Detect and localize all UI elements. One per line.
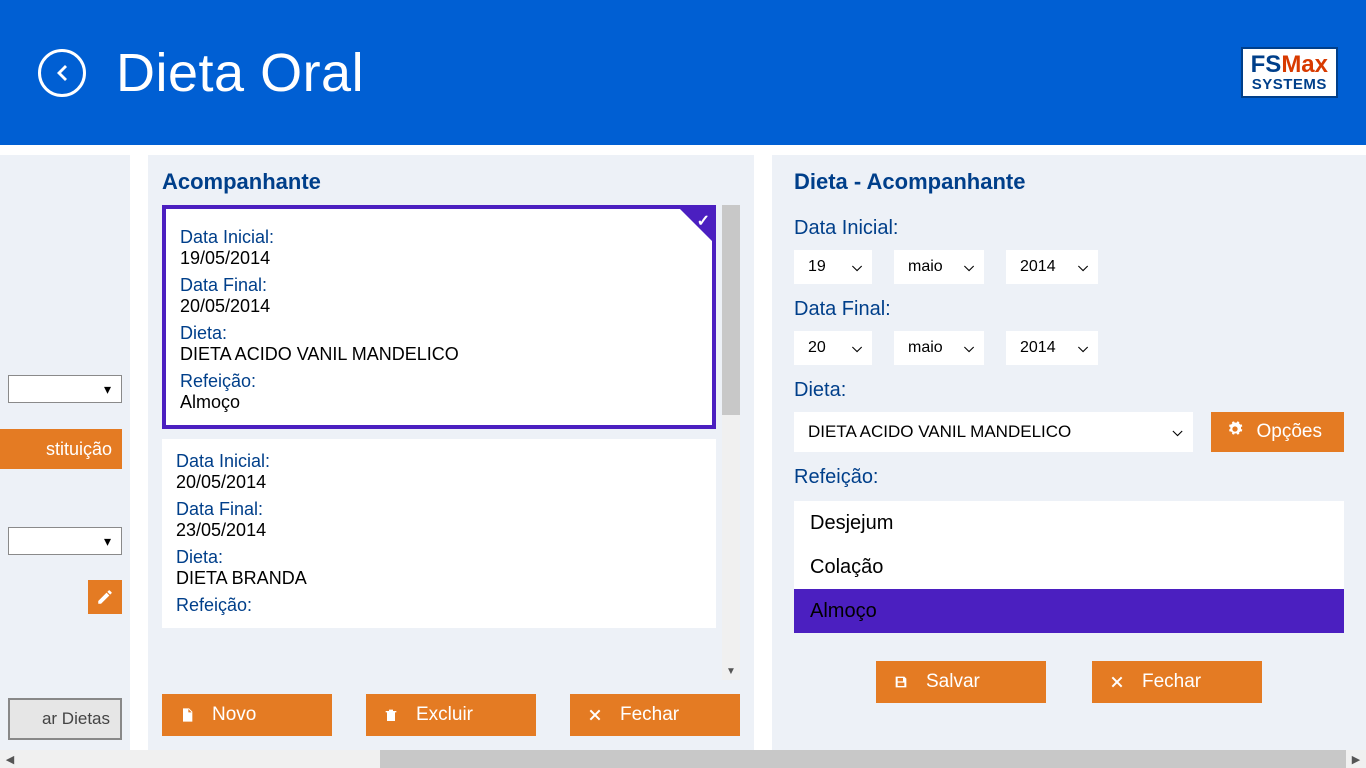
- sidebar-fragment: ▾ stituição ▾ ar Dietas: [0, 155, 130, 750]
- day-select[interactable]: 20⌵: [794, 331, 872, 365]
- fechar-button[interactable]: Fechar: [1092, 661, 1262, 703]
- card-value-data-final: 23/05/2014: [176, 520, 702, 541]
- chevron-down-icon: ⌵: [852, 340, 862, 356]
- refeicao-list: Desjejum Colação Almoço: [794, 501, 1344, 633]
- chevron-down-icon: ▾: [104, 533, 111, 550]
- novo-button[interactable]: Novo: [162, 694, 332, 736]
- arrow-left-icon: [50, 61, 74, 85]
- month-select[interactable]: maio⌵: [894, 250, 984, 284]
- app-header: Dieta Oral FSMax SYSTEMS: [0, 0, 1366, 145]
- card-label-data-inicial: Data Inicial:: [180, 227, 698, 248]
- form-panel: Dieta - Acompanhante Data Inicial: 19⌵ m…: [772, 155, 1366, 750]
- card-label-data-final: Data Final:: [180, 275, 698, 296]
- scrollbar-thumb[interactable]: [380, 750, 1346, 768]
- scroll-right-icon[interactable]: ▶: [1346, 753, 1366, 766]
- card-label-refeicao: Refeição:: [176, 595, 702, 616]
- month-select[interactable]: maio⌵: [894, 331, 984, 365]
- card-value-refeicao: Almoço: [180, 392, 698, 413]
- panel-title: Dieta - Acompanhante: [794, 169, 1344, 195]
- card-value-data-inicial: 20/05/2014: [176, 472, 702, 493]
- salvar-button[interactable]: Salvar: [876, 661, 1046, 703]
- gear-icon: [1227, 421, 1243, 443]
- diet-card[interactable]: Data Inicial: 20/05/2014 Data Final: 23/…: [162, 439, 716, 628]
- button-label: Excluir: [416, 704, 473, 726]
- sidebar-dropdown-2[interactable]: ▾: [8, 527, 122, 555]
- form-label-dieta: Dieta:: [794, 379, 1344, 402]
- trash-icon: [382, 706, 400, 724]
- substituicao-button[interactable]: stituição: [0, 429, 122, 469]
- chevron-down-icon: ⌵: [1078, 340, 1088, 356]
- logo-text-a: FS: [1251, 51, 1282, 78]
- chevron-down-icon: ⌵: [964, 259, 974, 275]
- acompanhante-panel: Acompanhante ✓ Data Inicial: 19/05/2014 …: [148, 155, 754, 750]
- year-select[interactable]: 2014⌵: [1006, 250, 1098, 284]
- year-select[interactable]: 2014⌵: [1006, 331, 1098, 365]
- page-title: Dieta Oral: [116, 42, 364, 104]
- form-label-data-final: Data Final:: [794, 298, 1344, 321]
- refeicao-option[interactable]: Desjejum: [794, 501, 1344, 545]
- panel-title: Acompanhante: [162, 169, 740, 195]
- check-icon: ✓: [697, 211, 710, 231]
- dieta-select[interactable]: DIETA ACIDO VANIL MANDELICO⌵: [794, 412, 1193, 452]
- logo-text-bottom: SYSTEMS: [1251, 77, 1328, 92]
- diet-card[interactable]: ✓ Data Inicial: 19/05/2014 Data Final: 2…: [162, 205, 716, 429]
- document-icon: [178, 706, 196, 724]
- card-value-data-final: 20/05/2014: [180, 296, 698, 317]
- form-label-refeicao: Refeição:: [794, 466, 1344, 489]
- button-label: Fechar: [1142, 671, 1201, 693]
- card-label-refeicao: Refeição:: [180, 371, 698, 392]
- chevron-down-icon: ⌵: [852, 259, 862, 275]
- scroll-down-icon[interactable]: ▼: [722, 662, 740, 680]
- card-value-dieta: DIETA BRANDA: [176, 568, 702, 589]
- copy-dietas-button[interactable]: ar Dietas: [8, 698, 122, 740]
- button-label: Fechar: [620, 704, 679, 726]
- close-icon: [1108, 673, 1126, 691]
- day-select[interactable]: 19⌵: [794, 250, 872, 284]
- card-value-dieta: DIETA ACIDO VANIL MANDELICO: [180, 344, 698, 365]
- fechar-button[interactable]: Fechar: [570, 694, 740, 736]
- button-label: Novo: [212, 704, 256, 726]
- card-label-dieta: Dieta:: [180, 323, 698, 344]
- card-label-data-final: Data Final:: [176, 499, 702, 520]
- vertical-scrollbar[interactable]: ▲ ▼: [722, 205, 740, 680]
- button-label: Opções: [1257, 421, 1322, 443]
- excluir-button[interactable]: Excluir: [366, 694, 536, 736]
- sidebar-dropdown-1[interactable]: ▾: [8, 375, 122, 403]
- chevron-down-icon: ⌵: [1173, 424, 1183, 440]
- card-value-data-inicial: 19/05/2014: [180, 248, 698, 269]
- logo-text-b: Max: [1281, 51, 1328, 78]
- edit-button[interactable]: [88, 580, 122, 614]
- opcoes-button[interactable]: Opções: [1211, 412, 1344, 452]
- refeicao-option[interactable]: Almoço: [794, 589, 1344, 633]
- card-label-data-inicial: Data Inicial:: [176, 451, 702, 472]
- chevron-down-icon: ⌵: [1078, 259, 1088, 275]
- form-label-data-inicial: Data Inicial:: [794, 217, 1344, 240]
- save-icon: [892, 673, 910, 691]
- brand-logo: FSMax SYSTEMS: [1241, 47, 1338, 98]
- pencil-icon: [96, 588, 114, 606]
- scrollbar-thumb[interactable]: [722, 205, 740, 415]
- button-label: Salvar: [926, 671, 980, 693]
- scroll-left-icon[interactable]: ◀: [0, 753, 20, 766]
- refeicao-option[interactable]: Colação: [794, 545, 1344, 589]
- close-icon: [586, 706, 604, 724]
- horizontal-scrollbar[interactable]: ◀ ▶: [0, 750, 1366, 768]
- chevron-down-icon: ▾: [104, 381, 111, 398]
- card-label-dieta: Dieta:: [176, 547, 702, 568]
- chevron-down-icon: ⌵: [964, 340, 974, 356]
- back-button[interactable]: [38, 49, 86, 97]
